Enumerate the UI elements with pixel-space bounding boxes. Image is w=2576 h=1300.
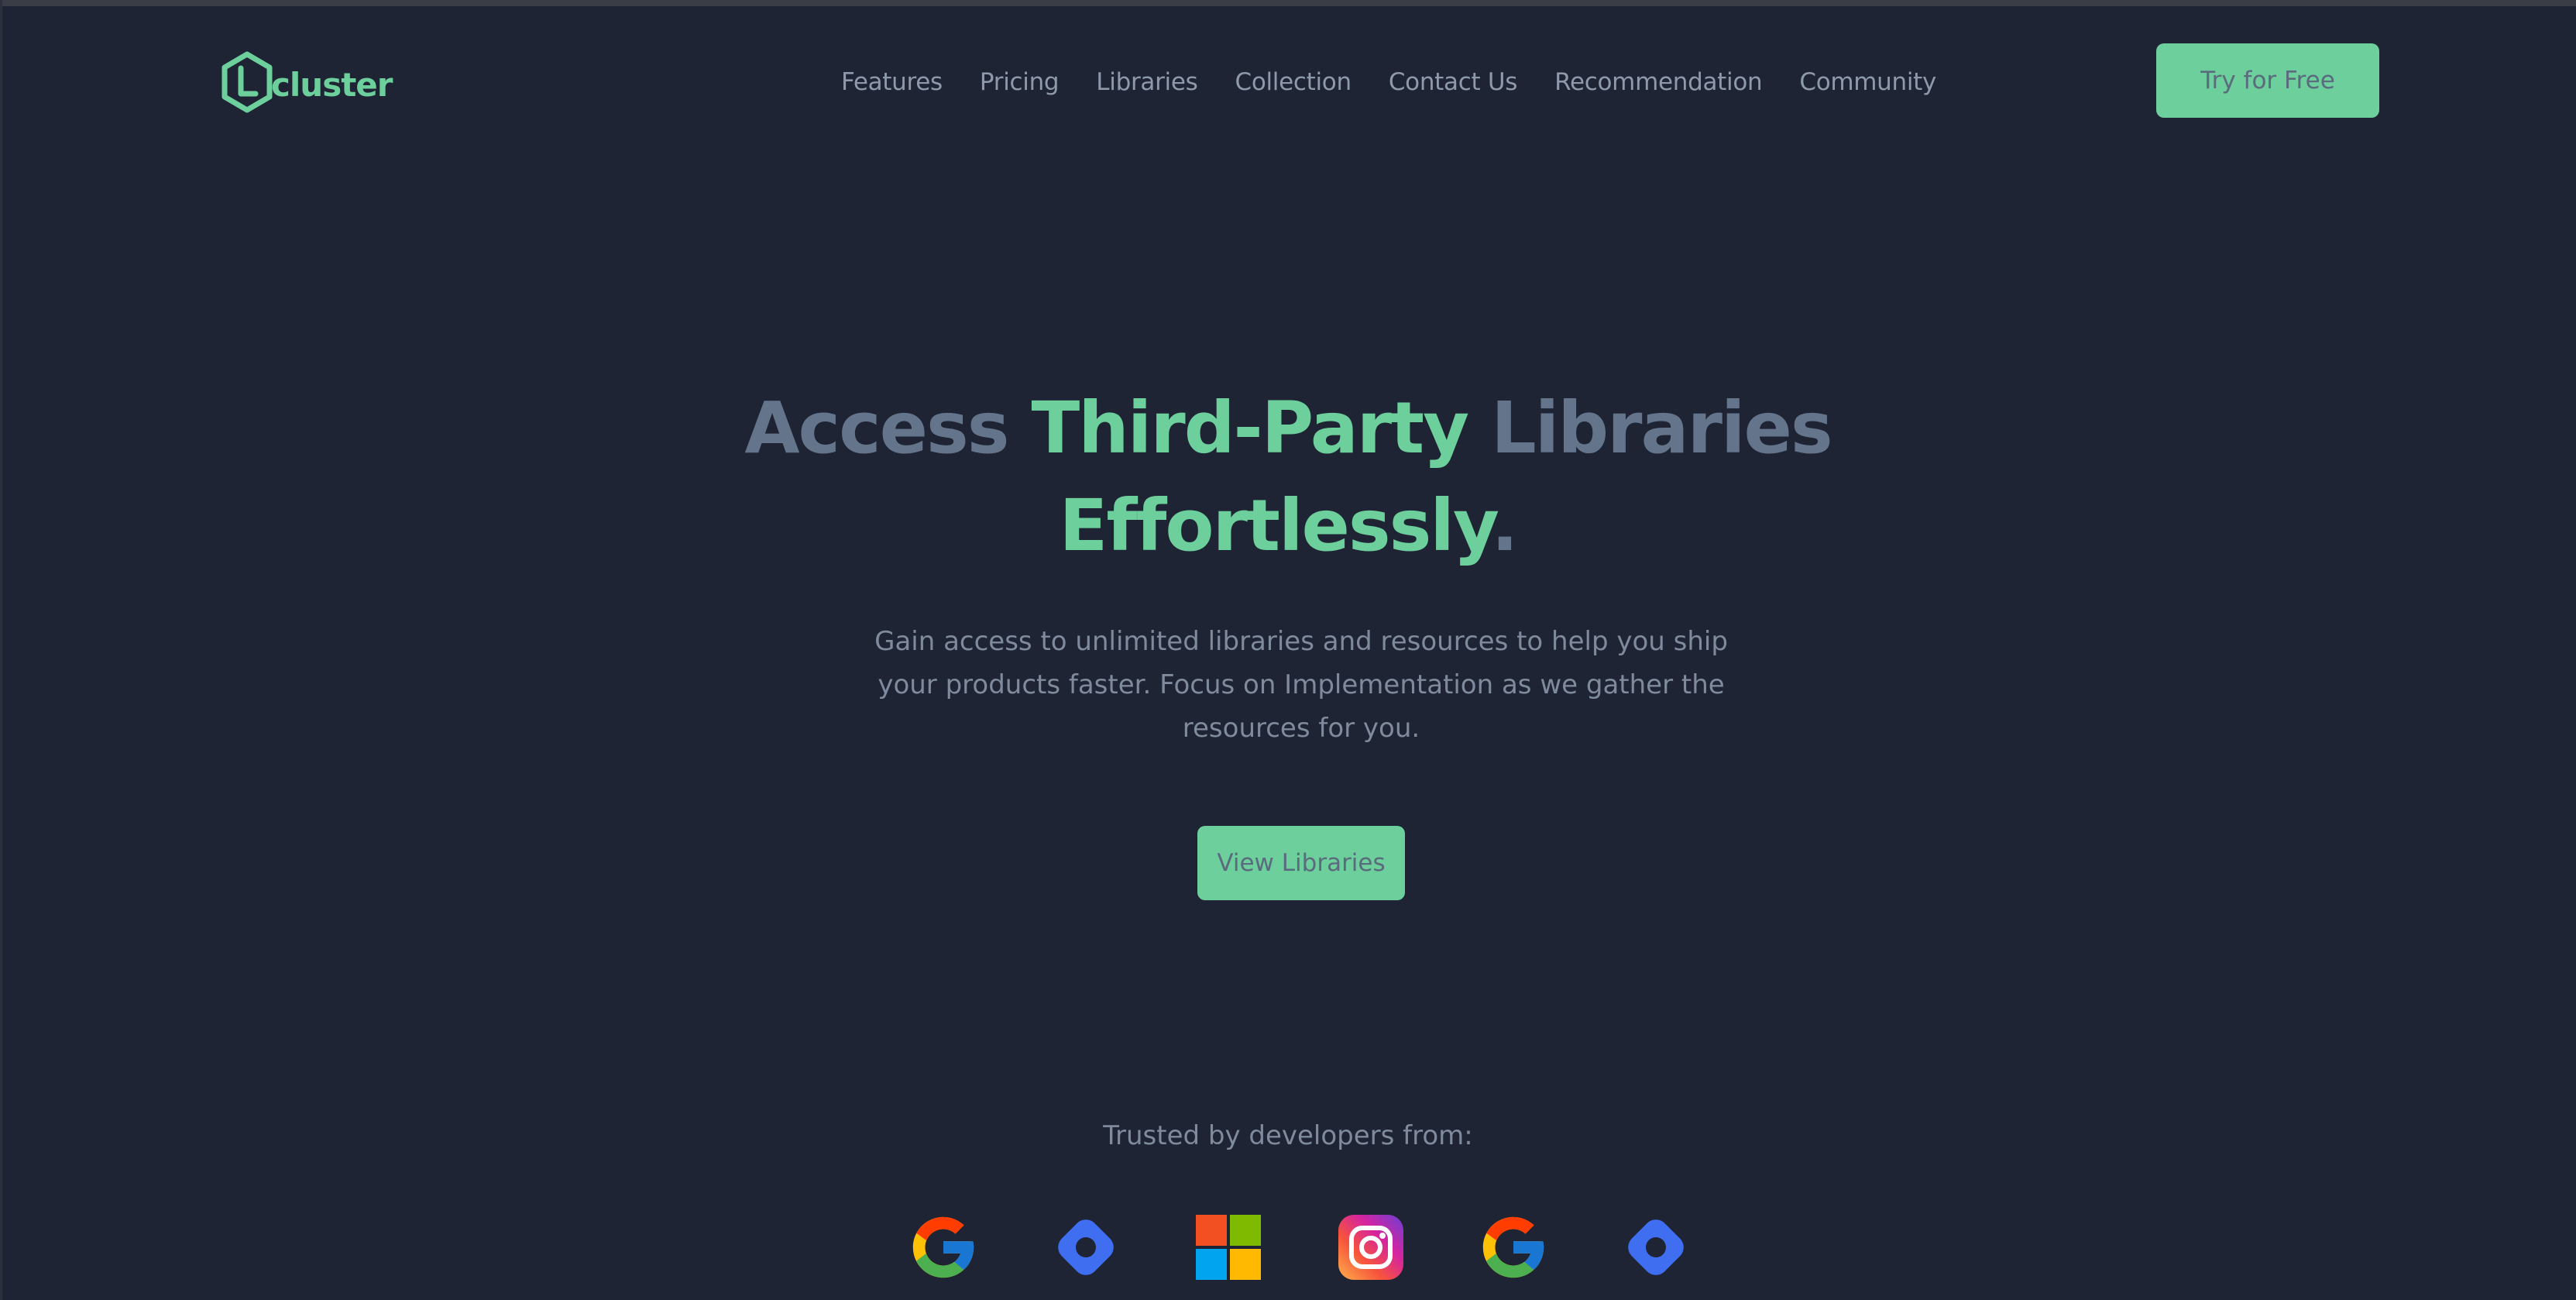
hero-title-access: Access <box>744 387 1032 469</box>
brand-microsoft <box>1190 1209 1267 1286</box>
window-top-border <box>0 0 2576 6</box>
hero-subtitle: Gain access to unlimited libraries and r… <box>874 626 1728 744</box>
try-for-free-button[interactable]: Try for Free <box>2156 43 2379 118</box>
nav-pricing[interactable]: Pricing <box>980 68 1060 96</box>
nav-recommendation[interactable]: Recommendation <box>1554 68 1763 96</box>
hero-title-period: . <box>1491 484 1519 567</box>
brand-diamond-1 <box>1047 1209 1125 1286</box>
window-left-border <box>0 0 2 1300</box>
view-libraries-button[interactable]: View Libraries <box>1197 826 1405 900</box>
brand-diamond-2 <box>1617 1209 1695 1286</box>
logo-text: cluster <box>271 65 393 104</box>
instagram-icon <box>1338 1215 1403 1280</box>
trusted-by-label: Trusted by developers from: <box>1103 1120 1473 1151</box>
microsoft-icon <box>1196 1215 1261 1280</box>
hexagon-l-icon <box>222 51 273 113</box>
nav-libraries[interactable]: Libraries <box>1096 68 1197 96</box>
diamond-ring-icon <box>1628 1219 1684 1275</box>
nav-features[interactable]: Features <box>841 68 943 96</box>
brand-google-1 <box>905 1209 982 1286</box>
nav-community[interactable]: Community <box>1799 68 1936 96</box>
brand-google-2 <box>1475 1209 1552 1286</box>
nav-contact-us[interactable]: Contact Us <box>1389 68 1518 96</box>
hero-title: Access Third-Party Libraries Effortlessl… <box>0 380 2576 575</box>
hero-title-libraries: Libraries <box>1468 387 1833 469</box>
nav-collection[interactable]: Collection <box>1235 68 1352 96</box>
google-icon <box>912 1216 974 1278</box>
main-nav: Features Pricing Libraries Collection Co… <box>841 65 1936 99</box>
google-icon <box>1482 1216 1544 1278</box>
brand-instagram <box>1332 1209 1410 1286</box>
diamond-ring-icon <box>1058 1219 1114 1275</box>
logo[interactable]: cluster <box>220 50 393 115</box>
hero-title-third-party: Third-Party <box>1031 387 1470 469</box>
hero-title-effortlessly: Effortlessly <box>1059 484 1493 567</box>
brand-logos <box>905 1209 1695 1286</box>
